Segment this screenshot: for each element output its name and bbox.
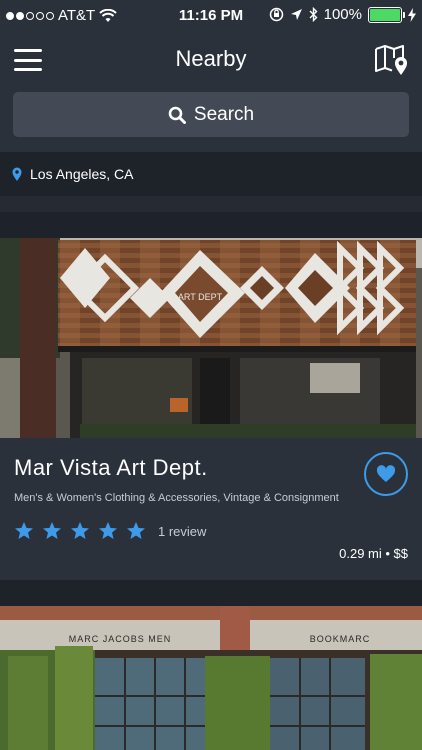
listing-card-next[interactable]: MARC JACOBS MEN BOOKMARC [0, 606, 422, 750]
battery-icon [368, 6, 405, 23]
location-selector[interactable]: Los Angeles, CA [0, 152, 422, 196]
location-pin-icon [12, 167, 22, 181]
star-icon [127, 522, 145, 539]
listing-photo: ART DEPT [0, 238, 422, 438]
location-arrow-icon [290, 9, 302, 20]
review-count[interactable]: 1 review [158, 524, 206, 539]
star-icon [43, 522, 61, 539]
search-label: Search [193, 103, 255, 125]
nav-bar: Nearby [0, 30, 422, 90]
star-icon [15, 522, 33, 539]
status-bar: AT&T 11:16 PM 100% [0, 0, 422, 30]
battery-percent: 100% [323, 6, 362, 23]
favorite-button[interactable] [364, 452, 408, 496]
listing-categories: Men's & Women's Clothing & Accessories, … [14, 492, 339, 504]
map-pin-icon[interactable] [374, 44, 410, 76]
listing-card[interactable]: ART DEPT Mar Vista Art Dept. Men's & Wom… [0, 238, 422, 580]
search-icon [168, 106, 186, 124]
section-spacer [0, 212, 422, 238]
bluetooth-icon [309, 7, 318, 22]
section-divider [0, 196, 422, 212]
listing-title[interactable]: Mar Vista Art Dept. [14, 455, 208, 481]
storefront-sign-1: MARC JACOBS MEN [69, 634, 172, 644]
location-label: Los Angeles, CA [30, 166, 134, 182]
section-spacer [0, 580, 422, 606]
rotation-lock-icon [269, 7, 283, 22]
storefront-sign-2: BOOKMARC [310, 634, 371, 644]
heart-icon [376, 465, 396, 482]
charging-bolt-icon [408, 7, 416, 22]
star-icon [71, 522, 89, 539]
star-icon [99, 522, 117, 539]
page-title: Nearby [175, 46, 247, 71]
rating-stars: 1 review [14, 521, 206, 541]
status-right: 100% [269, 6, 416, 23]
listing-photo-next: MARC JACOBS MEN BOOKMARC [0, 606, 422, 750]
battery-level [370, 8, 400, 21]
search-bar[interactable]: Search [13, 92, 409, 137]
storefront-sign: ART DEPT [178, 292, 223, 302]
search-container: Search [0, 90, 422, 152]
distance-price: 0.29 mi • $$ [339, 546, 408, 561]
